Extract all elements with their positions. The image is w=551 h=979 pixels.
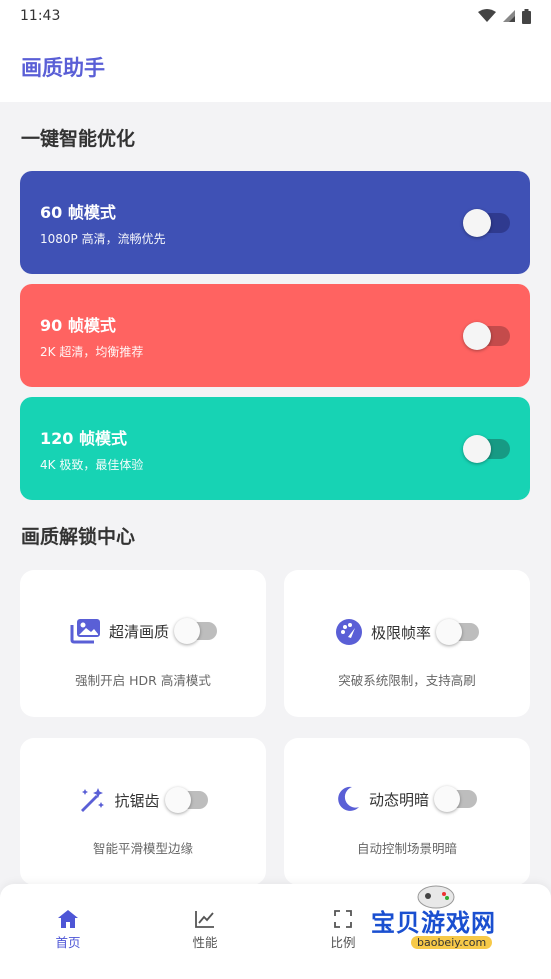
signal-icon	[503, 10, 515, 22]
home-icon	[58, 910, 78, 928]
fullscreen-icon	[334, 910, 352, 928]
app-title: 画质助手	[21, 56, 105, 80]
section-title-one-click: 一键智能优化	[21, 128, 136, 150]
toggle-knob	[164, 787, 191, 813]
feature-card-anti-aliasing[interactable]: 抗锯齿 智能平滑模型边缘	[20, 738, 266, 884]
mode-subtitle: 1080P 高清，流畅优先	[40, 231, 166, 246]
moon-icon	[338, 786, 359, 811]
toggle-knob	[463, 321, 491, 350]
feature-desc: 智能平滑模型边缘	[92, 841, 193, 856]
mode-card-60fps[interactable]: 60 帧模式 1080P 高清，流畅优先	[20, 171, 530, 274]
feature-desc: 突破系统限制，支持高刷	[338, 673, 476, 688]
feature-row: 抗锯齿	[20, 786, 266, 814]
mode-text: 90 帧模式 2K 超清，均衡推荐	[40, 312, 143, 360]
mode-subtitle: 2K 超清，均衡推荐	[40, 344, 144, 359]
images-icon	[70, 619, 100, 644]
toggle-knob	[436, 619, 462, 645]
toggle-knob	[463, 208, 491, 237]
max-framerate-toggle[interactable]	[436, 619, 479, 645]
status-time: 11:43	[20, 8, 61, 24]
app-header: 画质助手	[0, 32, 551, 102]
mode-text: 120 帧模式 4K 极致，最佳体验	[40, 425, 143, 473]
mode-title: 120 帧模式	[40, 428, 127, 448]
toggle-knob	[463, 434, 491, 463]
mode-120-toggle[interactable]	[463, 434, 510, 463]
feature-card-dynamic-lighting[interactable]: 动态明暗 自动控制场景明暗	[284, 738, 530, 884]
mode-title: 90 帧模式	[40, 315, 116, 335]
mode-60-toggle[interactable]	[463, 208, 510, 237]
feature-label: 动态明暗	[368, 790, 429, 809]
feature-row: 超清画质	[20, 618, 266, 644]
watermark-text: 宝贝游戏网	[371, 909, 496, 937]
main-content: 一键智能优化 60 帧模式 1080P 高清，流畅优先 90 帧模式 2K 超清…	[0, 102, 551, 884]
chart-icon	[195, 911, 214, 928]
feature-desc: 自动控制场景明暗	[356, 841, 457, 856]
mode-card-90fps[interactable]: 90 帧模式 2K 超清，均衡推荐	[20, 284, 530, 387]
nav-label: 性能	[192, 935, 218, 950]
status-bar: 11:43	[0, 0, 551, 32]
gauge-icon	[335, 619, 362, 645]
anti-aliasing-toggle[interactable]	[164, 787, 208, 813]
toggle-knob	[174, 618, 200, 644]
mode-text: 60 帧模式 1080P 高清，流畅优先	[40, 199, 166, 247]
dynamic-lighting-toggle[interactable]	[434, 786, 477, 812]
feature-card-max-framerate[interactable]: 极限帧率 突破系统限制，支持高刷	[284, 570, 530, 717]
wifi-icon	[478, 9, 496, 22]
nav-label: 首页	[55, 935, 81, 950]
bottom-nav: 首页 性能 比例 宝贝游戏网 baobeiy.com	[0, 884, 551, 979]
ultra-quality-toggle[interactable]	[174, 618, 217, 644]
feature-label: 超清画质	[108, 622, 169, 641]
feature-label: 极限帧率	[370, 623, 431, 642]
watermark-logo: 宝贝游戏网 baobeiy.com	[371, 885, 521, 959]
battery-icon	[522, 8, 531, 24]
feature-label: 抗锯齿	[114, 791, 160, 810]
nav-item-ratio[interactable]: 比例	[313, 910, 373, 951]
feature-row: 极限帧率	[284, 618, 530, 646]
feature-card-ultra-quality[interactable]: 超清画质 强制开启 HDR 高清模式	[20, 570, 266, 717]
nav-item-home[interactable]: 首页	[38, 910, 98, 951]
magic-wand-icon	[81, 788, 105, 812]
nav-label: 比例	[330, 935, 356, 950]
mode-90-toggle[interactable]	[463, 321, 510, 350]
feature-desc: 强制开启 HDR 高清模式	[75, 673, 211, 688]
mode-title: 60 帧模式	[40, 202, 116, 222]
status-icons	[478, 8, 531, 24]
watermark-url: baobeiy.com	[411, 936, 493, 949]
toggle-knob	[434, 786, 460, 812]
section-title-unlock-center: 画质解锁中心	[21, 526, 136, 548]
mode-subtitle: 4K 极致，最佳体验	[40, 457, 144, 472]
mode-card-120fps[interactable]: 120 帧模式 4K 极致，最佳体验	[20, 397, 530, 500]
feature-row: 动态明暗	[284, 786, 530, 812]
nav-item-performance[interactable]: 性能	[175, 910, 235, 951]
